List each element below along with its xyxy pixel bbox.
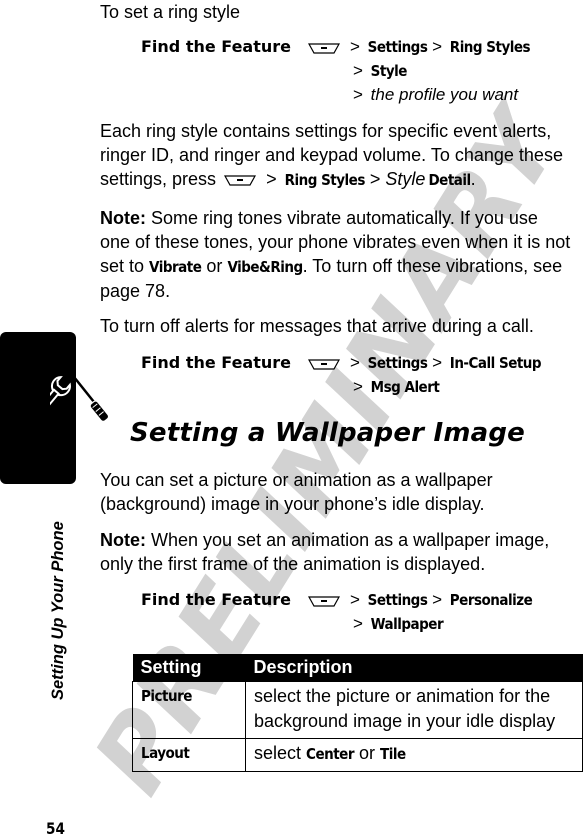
menu-item-in-call-setup: In-Call Setup xyxy=(449,354,542,372)
column-header-description: Description xyxy=(245,654,583,682)
column-header-setting: Setting xyxy=(132,654,246,682)
menu-key-icon xyxy=(308,595,340,607)
find-feature-label: Find the Feature xyxy=(141,353,291,372)
section-heading: Setting a Wallpaper Image xyxy=(130,418,526,448)
menu-key-icon xyxy=(308,42,340,54)
table-row: Picture select the picture or animation … xyxy=(132,681,583,739)
menu-item-style: Style xyxy=(370,62,408,80)
para-wallpaper: You can set a picture or animation as a … xyxy=(100,470,493,514)
table-header-row: Setting Description xyxy=(132,654,583,682)
menu-item-ring-styles: Ring Styles xyxy=(449,38,531,56)
note-wallpaper: Note: When you set an animation as a wal… xyxy=(100,530,550,574)
para-ring-style: Each ring style contains settings for sp… xyxy=(100,121,563,189)
find-feature-label: Find the Feature xyxy=(141,37,291,56)
setting-cell: Picture xyxy=(132,681,246,739)
setting-cell: Layout xyxy=(132,738,246,772)
find-feature-path-3: > Settings > Personalize > Wallpaper xyxy=(308,588,533,636)
menu-item-settings: Settings xyxy=(367,38,428,56)
path-profile: the profile you want xyxy=(370,85,519,104)
note-vibrate: Note: Some ring tones vibrate automatica… xyxy=(100,208,571,301)
description-cell: select the picture or animation for the … xyxy=(245,681,583,739)
find-feature-path-1: > Settings > Ring Styles > Style > the p… xyxy=(308,35,531,106)
menu-item-wallpaper: Wallpaper xyxy=(370,615,444,633)
option-center: Center xyxy=(306,745,354,763)
menu-key-icon xyxy=(308,358,340,370)
tools-wrench-screwdriver-icon xyxy=(50,371,110,422)
note-label: Note: xyxy=(100,208,146,228)
menu-key-icon xyxy=(224,175,257,186)
wallpaper-settings-table: Setting Description Picture select the p… xyxy=(132,654,583,772)
menu-item-settings: Settings xyxy=(367,354,428,372)
find-feature-path-2: > Settings > In-Call Setup > Msg Alert xyxy=(308,351,542,399)
intro-msg-alert: To turn off alerts for messages that arr… xyxy=(100,316,534,336)
section-title-vertical: Setting Up Your Phone xyxy=(49,521,67,700)
menu-item-personalize: Personalize xyxy=(449,591,533,609)
page-number: 54 xyxy=(46,819,65,838)
description-cell: select Center or Tile xyxy=(245,738,583,772)
find-feature-label: Find the Feature xyxy=(141,590,291,609)
table-row: Layout select Center or Tile xyxy=(132,738,583,772)
menu-item-msg-alert: Msg Alert xyxy=(370,378,440,396)
page-reference: page 78. xyxy=(100,281,171,301)
intro-ring-style: To set a ring style xyxy=(100,2,241,22)
option-tile: Tile xyxy=(380,745,406,763)
menu-item-settings: Settings xyxy=(367,591,428,609)
note-label: Note: xyxy=(100,530,146,550)
